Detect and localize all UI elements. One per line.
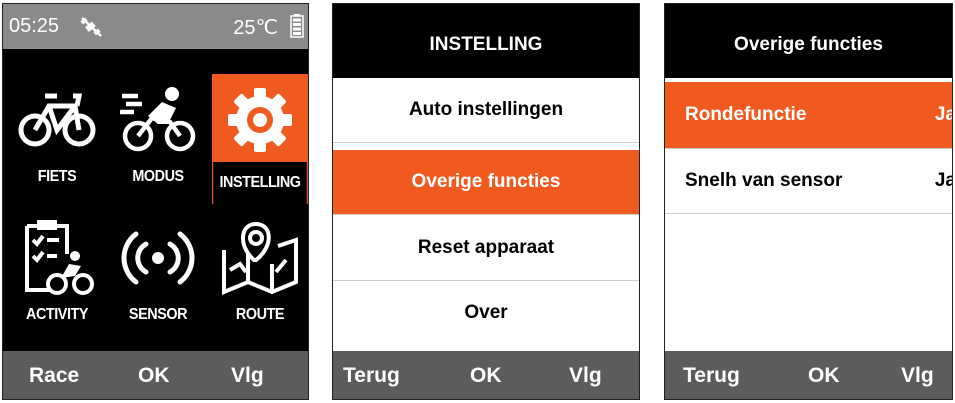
next-softkey[interactable]: Vlg [231, 364, 264, 388]
menu-tile-route[interactable]: ROUTE [212, 212, 308, 342]
functions-list: Rondefunctie Ja Snelh van sensor Ja [665, 78, 952, 351]
cyclist-icon [120, 87, 196, 152]
list-item-reset-apparaat[interactable]: Reset apparaat [333, 216, 639, 281]
item-label: Snelh van sensor [685, 170, 843, 191]
soft-key-bar: Terug OK Vlg [333, 351, 639, 399]
item-value: Ja [934, 104, 952, 125]
main-menu-screen: 05:25 25℃ FIETS MODUS INSTELLING ACTIVIT… [2, 3, 309, 400]
ok-softkey[interactable]: OK [138, 364, 170, 388]
back-softkey[interactable]: Terug [683, 364, 740, 388]
settings-list: Auto instellingen Overige functies Reset… [333, 78, 639, 351]
tile-label: ACTIVITY [25, 306, 88, 323]
tile-label: INSTELLING [213, 162, 307, 204]
screen-title: INSTELLING [333, 4, 639, 78]
item-value: Ja [934, 170, 952, 191]
status-time: 05:25 [9, 15, 60, 37]
list-item-snelh-van-sensor[interactable]: Snelh van sensor Ja [665, 149, 952, 214]
list-item-over[interactable]: Over [333, 281, 639, 345]
menu-tile-instelling[interactable]: INSTELLING [212, 74, 308, 204]
soft-key-bar: Terug OK Vlg [665, 351, 952, 399]
ok-softkey[interactable]: OK [808, 364, 840, 388]
bike-icon [18, 93, 96, 147]
ok-softkey[interactable]: OK [470, 364, 502, 388]
menu-tile-fiets[interactable]: FIETS [9, 74, 105, 204]
tile-label: FIETS [37, 168, 77, 185]
list-item-auto-instellingen[interactable]: Auto instellingen [333, 78, 639, 143]
gps-off-icon [80, 17, 102, 37]
menu-tile-modus[interactable]: MODUS [110, 74, 206, 204]
gear-icon [228, 88, 292, 152]
race-softkey[interactable]: Race [29, 364, 79, 388]
other-functions-screen: Overige functies Rondefunctie Ja Snelh v… [664, 3, 953, 400]
status-temperature: 25℃ [233, 17, 278, 39]
settings-screen: INSTELLING Auto instellingen Overige fun… [332, 3, 640, 400]
activity-clipboard-icon [25, 220, 94, 295]
menu-tile-activity[interactable]: ACTIVITY [9, 212, 105, 342]
tile-label: ROUTE [235, 306, 285, 323]
soft-key-bar: Race OK Vlg [3, 351, 308, 399]
menu-tile-sensor[interactable]: SENSOR [110, 212, 206, 342]
next-softkey[interactable]: Vlg [901, 364, 934, 388]
list-item-rondefunctie[interactable]: Rondefunctie Ja [665, 82, 952, 149]
status-bar: 05:25 25℃ [3, 4, 308, 49]
battery-icon [290, 14, 304, 38]
back-softkey[interactable]: Terug [343, 364, 400, 388]
tile-label: SENSOR [128, 306, 188, 323]
item-label: Rondefunctie [685, 104, 807, 125]
next-softkey[interactable]: Vlg [569, 364, 602, 388]
tile-label: MODUS [132, 168, 184, 185]
screen-title: Overige functies [665, 4, 952, 78]
list-item-overige-functies[interactable]: Overige functies [333, 150, 639, 215]
sensor-signal-icon [121, 231, 195, 285]
map-pin-icon [222, 221, 298, 295]
